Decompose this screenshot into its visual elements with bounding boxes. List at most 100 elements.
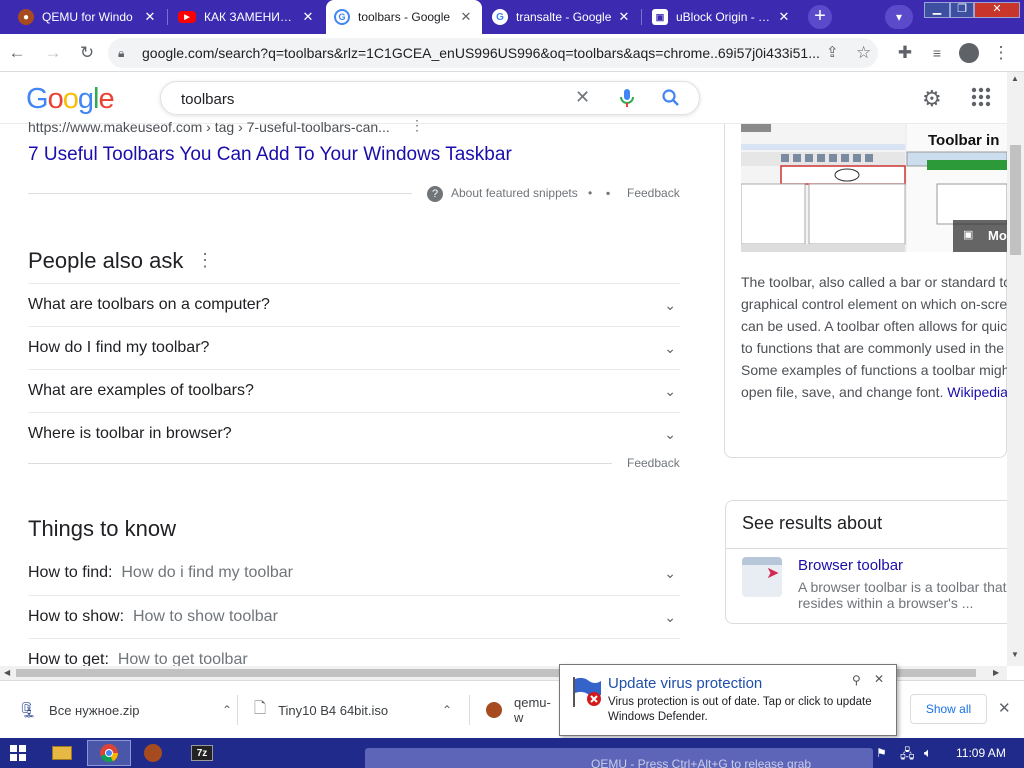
search-icon[interactable] — [661, 88, 681, 108]
start-button[interactable] — [0, 740, 36, 766]
download-separator — [469, 695, 470, 725]
tab-youtube[interactable]: ▶ КАК ЗАМЕНИТЬ I ✕ — [170, 0, 324, 34]
address-bar[interactable]: 🔒︎ google.com/search?q=toolbars&rlz=1C1G… — [108, 38, 878, 68]
tab-search-button[interactable]: ▾ — [885, 5, 913, 29]
forward-arrow-icon[interactable]: → — [42, 42, 64, 64]
notification-close-icon[interactable]: ✕ — [874, 672, 884, 686]
help-icon: ? — [427, 186, 443, 202]
virus-protection-notification[interactable]: Update virus protection Virus protection… — [559, 664, 897, 736]
divider — [28, 193, 412, 194]
result-menu-icon[interactable]: ⋮ — [410, 117, 424, 134]
image-caption: Toolbar in — [928, 132, 1000, 149]
maximize-button[interactable]: ❐ — [950, 2, 974, 18]
bookmark-star-icon[interactable]: ☆ — [856, 38, 871, 68]
search-input[interactable] — [181, 89, 561, 109]
more-options-icon[interactable]: ⋮ — [196, 250, 214, 271]
feedback-link[interactable]: Feedback — [627, 186, 680, 200]
scroll-left-arrow-icon[interactable]: ◀ — [4, 668, 10, 677]
back-arrow-icon[interactable]: ← — [6, 42, 28, 64]
wikipedia-link[interactable]: Wikipedia — [947, 384, 1007, 400]
dot-separator: • — [588, 186, 593, 200]
pin-icon[interactable]: ⚲ — [852, 673, 861, 687]
microphone-icon[interactable] — [619, 88, 635, 108]
clock[interactable]: 11:09 AM — [956, 746, 1006, 760]
window-close-button[interactable]: ✕ — [974, 2, 1020, 18]
address-url[interactable]: google.com/search?q=toolbars&rlz=1C1GCEA… — [142, 38, 822, 68]
close-icon[interactable]: ✕ — [616, 9, 632, 25]
close-icon[interactable]: ✕ — [776, 9, 792, 25]
scroll-right-arrow-icon[interactable]: ▶ — [993, 668, 999, 677]
browser-toolbar-thumbnail[interactable]: ➤ — [742, 557, 782, 597]
show-all-button[interactable]: Show all — [910, 694, 987, 724]
download-item[interactable]: 🗋 Tiny10 B4 64bit.iso ⌃ — [254, 681, 452, 739]
result-cite[interactable]: https://www.makeuseof.com › tag › 7-usef… — [28, 119, 398, 135]
reload-icon[interactable]: ↻ — [76, 42, 98, 64]
new-tab-button[interactable]: + — [808, 5, 832, 29]
cursor-icon: ➤ — [766, 565, 780, 582]
featured-result-title[interactable]: 7 Useful Toolbars You Can Add To Your Wi… — [28, 144, 512, 166]
search-box[interactable]: ✕ — [160, 81, 700, 115]
share-icon[interactable]: ⇪ — [826, 38, 839, 68]
clear-icon[interactable]: ✕ — [575, 87, 590, 108]
paa-question[interactable]: What are examples of toolbars? ⌄ — [28, 369, 680, 412]
paa-question[interactable]: What are toolbars on a computer? ⌄ — [28, 283, 680, 326]
file-icon: 🗋 — [254, 699, 267, 717]
settings-gear-icon[interactable]: ⚙ — [922, 86, 942, 112]
chevron-down-icon: ⌄ — [664, 340, 676, 356]
tab-ublock[interactable]: ▣ uBlock Origin - Ch ✕ — [644, 0, 800, 34]
tab-separator — [167, 9, 168, 25]
tab-separator — [641, 9, 642, 25]
extensions-puzzle-icon[interactable]: ✚ — [894, 42, 916, 64]
tab-transalte-google[interactable]: G transalte - Google ✕ — [484, 0, 640, 34]
chevron-up-icon[interactable]: ⌃ — [222, 703, 232, 717]
chrome-web-store-favicon-icon: ▣ — [652, 9, 668, 25]
tab-toolbars-google[interactable]: G toolbars - Google ✕ — [326, 0, 482, 34]
profile-avatar-icon[interactable] — [958, 42, 980, 64]
paa-feedback-link[interactable]: Feedback — [627, 456, 680, 470]
apps-grid-icon[interactable] — [970, 86, 992, 108]
qemu-grab-hint-bar: QEMU - Press Ctrl+Alt+G to release grab — [365, 748, 873, 768]
download-item[interactable]: 🗜︎ Все нужное.zip ⌃ — [18, 681, 232, 739]
vertical-scroll-thumb[interactable] — [1010, 145, 1021, 255]
things-item[interactable]: How to find: How do i find my toolbar ⌄ — [28, 552, 680, 595]
notification-body: Virus protection is out of date. Tap or … — [608, 696, 872, 723]
tab-qemu[interactable]: ● QEMU for Windo ✕ — [10, 0, 166, 34]
close-downloads-icon[interactable]: ✕ — [998, 699, 1011, 717]
qemu-taskbar-button[interactable] — [131, 740, 175, 766]
close-icon[interactable]: ✕ — [142, 9, 158, 25]
scroll-down-arrow-icon[interactable]: ▼ — [1011, 650, 1019, 659]
google-logo[interactable]: Google — [26, 83, 115, 116]
more-images-label[interactable]: Mo — [988, 228, 1007, 243]
chevron-down-icon: ⌄ — [664, 383, 676, 399]
qemu-favicon-icon: ● — [18, 9, 34, 25]
google-favicon-icon: G — [492, 9, 508, 25]
volume-tray-icon[interactable]: 🔈︎ — [924, 745, 932, 761]
notification-title: Update virus protection — [608, 675, 763, 692]
close-icon[interactable]: ✕ — [458, 9, 474, 25]
toolbar-screenshot-image[interactable]: Toolbar in ▣ Mo — [741, 124, 1007, 252]
minimize-button[interactable]: ▁ — [924, 2, 950, 18]
paa-question[interactable]: How do I find my toolbar? ⌄ — [28, 326, 680, 369]
download-item[interactable]: qemu-w — [486, 681, 558, 739]
chevron-down-icon: ⌄ — [664, 565, 676, 581]
media-queue-icon[interactable]: ≡ — [926, 42, 948, 64]
paa-question[interactable]: Where is toolbar in browser? ⌄ — [28, 412, 680, 455]
feedback-icon: ▪ — [606, 186, 611, 200]
youtube-favicon-icon: ▶ — [178, 11, 196, 23]
defender-tray-icon[interactable]: ⚑ — [876, 746, 887, 760]
things-to-know-heading: Things to know — [28, 516, 176, 541]
menu-kebab-icon[interactable]: ⋮ — [990, 42, 1012, 64]
7zip-taskbar-button[interactable]: 7z — [180, 740, 224, 766]
things-item[interactable]: How to get: How to get toolbar — [28, 638, 680, 666]
scroll-up-arrow-icon[interactable]: ▲ — [1011, 74, 1019, 83]
chevron-up-icon[interactable]: ⌃ — [442, 703, 452, 717]
about-featured-snippets-link[interactable]: About featured snippets — [451, 186, 578, 200]
network-tray-icon[interactable]: 🖧︎ — [900, 745, 915, 767]
file-explorer-taskbar-button[interactable] — [40, 740, 84, 766]
browser-toolbar-link[interactable]: Browser toolbar — [798, 557, 903, 574]
chrome-taskbar-button[interactable] — [87, 740, 131, 766]
divider — [725, 548, 1007, 549]
things-item[interactable]: How to show: How to show toolbar ⌄ — [28, 595, 680, 638]
browser-toolbar-desc: A browser toolbar is a toolbar that resi… — [798, 579, 1007, 611]
close-icon[interactable]: ✕ — [300, 9, 316, 25]
